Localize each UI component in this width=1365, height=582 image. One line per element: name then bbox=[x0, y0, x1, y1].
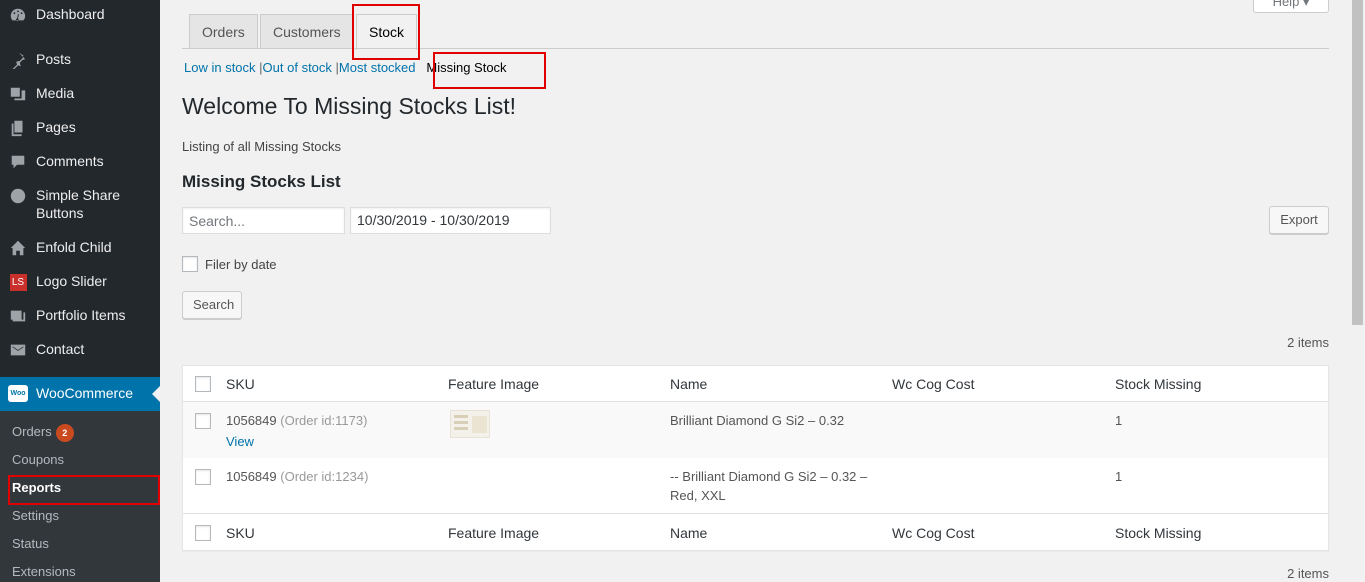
items-count-bottom: 2 items bbox=[1287, 566, 1329, 581]
table-row: 1056849 (Order id:1234) -- Brilliant Dia… bbox=[183, 458, 1328, 514]
table-header-row: SKU Feature Image Name Wc Cog Cost Stock… bbox=[183, 366, 1328, 402]
sidebar-item-posts[interactable]: Posts bbox=[0, 50, 160, 70]
sidebar-item-label: Media bbox=[36, 85, 75, 101]
list-title: Missing Stocks List bbox=[182, 172, 341, 191]
pin-icon bbox=[8, 50, 28, 70]
submenu-item-orders[interactable]: Orders 2 bbox=[12, 423, 74, 442]
orders-count-badge: 2 bbox=[55, 423, 74, 442]
view-link[interactable]: View bbox=[226, 432, 254, 451]
order-id: (Order id:1234) bbox=[280, 469, 369, 484]
main-content: Help ▾ Orders Customers Stock Low in sto… bbox=[160, 0, 1350, 582]
sidebar-item-simple-share-buttons[interactable]: Simple Share Buttons bbox=[0, 186, 160, 226]
column-header-feature-image: Feature Image bbox=[448, 376, 540, 392]
sidebar-item-label: Logo Slider bbox=[36, 273, 107, 289]
product-thumbnail[interactable] bbox=[450, 410, 490, 438]
column-header-stock-missing[interactable]: Stock Missing bbox=[1115, 376, 1201, 392]
column-footer-stock-missing[interactable]: Stock Missing bbox=[1115, 525, 1201, 541]
sidebar-item-label: Contact bbox=[36, 341, 85, 357]
help-button[interactable]: Help ▾ bbox=[1253, 0, 1329, 13]
portfolio-icon bbox=[8, 306, 28, 326]
sidebar-item-portfolio-items[interactable]: Portfolio Items bbox=[0, 306, 160, 326]
select-all-checkbox-footer[interactable] bbox=[195, 525, 211, 541]
mail-icon bbox=[8, 340, 28, 360]
stock-missing-cell: 1 bbox=[1115, 469, 1123, 484]
sidebar-item-label: Simple Share Buttons bbox=[36, 187, 121, 221]
filter-by-date-label: Filer by date bbox=[205, 257, 277, 272]
row-checkbox[interactable] bbox=[195, 413, 211, 429]
order-id: (Order id:1173) bbox=[280, 413, 368, 428]
date-range-field[interactable]: 10/30/2019 - 10/30/2019 bbox=[350, 207, 551, 234]
column-footer-wc-cog-cost[interactable]: Wc Cog Cost bbox=[892, 525, 974, 541]
comment-icon bbox=[8, 152, 28, 172]
sidebar-item-logo-slider[interactable]: LS Logo Slider bbox=[0, 272, 160, 292]
select-all-checkbox[interactable] bbox=[195, 376, 211, 392]
tab-orders[interactable]: Orders bbox=[189, 14, 258, 49]
items-count: 2 items bbox=[1287, 335, 1329, 350]
share-icon bbox=[8, 186, 28, 206]
submenu-item-coupons[interactable]: Coupons bbox=[12, 451, 64, 469]
scrollbar-thumb[interactable] bbox=[1352, 0, 1363, 325]
column-footer-sku[interactable]: SKU bbox=[226, 525, 255, 541]
table-row: 1056849 (Order id:1173) View Brilliant D… bbox=[183, 402, 1328, 458]
missing-stock-table: SKU Feature Image Name Wc Cog Cost Stock… bbox=[182, 365, 1329, 551]
sidebar-item-contact[interactable]: Contact bbox=[0, 340, 160, 360]
submenu-item-label: Orders bbox=[12, 424, 52, 439]
home-icon bbox=[8, 238, 28, 258]
sidebar-item-dashboard[interactable]: Dashboard bbox=[0, 5, 160, 25]
sidebar-item-enfold-child[interactable]: Enfold Child bbox=[0, 238, 160, 258]
sidebar-item-label: Posts bbox=[36, 51, 72, 67]
submenu-item-settings[interactable]: Settings bbox=[12, 507, 59, 525]
export-button[interactable]: Export bbox=[1269, 206, 1329, 234]
search-input[interactable] bbox=[182, 207, 345, 234]
column-header-sku[interactable]: SKU bbox=[226, 376, 255, 392]
product-name-variant: Red, XXL bbox=[670, 488, 726, 503]
sku-cell: 1056849 (Order id:1173) bbox=[226, 411, 367, 430]
sidebar-item-media[interactable]: Media bbox=[0, 84, 160, 104]
page-description: Listing of all Missing Stocks bbox=[182, 139, 341, 154]
product-name: Brilliant Diamond G Si2 – 0.32 bbox=[670, 413, 845, 428]
sidebar-item-label: Comments bbox=[36, 153, 104, 169]
submenu-item-status[interactable]: Status bbox=[12, 535, 49, 553]
sidebar-item-label: WooCommerce bbox=[36, 385, 133, 401]
woocommerce-logo-icon: Woo bbox=[8, 385, 28, 402]
column-footer-feature-image: Feature Image bbox=[448, 525, 540, 541]
column-header-name[interactable]: Name bbox=[670, 376, 707, 392]
sidebar-item-label: Dashboard bbox=[36, 6, 105, 22]
sku-value: 1056849 bbox=[226, 469, 277, 484]
sidebar-item-pages[interactable]: Pages bbox=[0, 118, 160, 138]
sidebar-item-comments[interactable]: Comments bbox=[0, 152, 160, 172]
search-button[interactable]: Search bbox=[182, 291, 242, 319]
pages-icon bbox=[8, 118, 28, 138]
highlight-box-reports bbox=[8, 475, 160, 505]
table-footer-row: SKU Feature Image Name Wc Cog Cost Stock… bbox=[183, 515, 1328, 551]
tab-customers[interactable]: Customers bbox=[260, 14, 354, 49]
subnav-link-most-stocked[interactable]: Most stocked bbox=[339, 60, 416, 75]
dashboard-icon bbox=[8, 5, 28, 25]
sidebar-item-woocommerce[interactable]: Woo WooCommerce bbox=[0, 377, 160, 411]
sidebar-item-label: Pages bbox=[36, 119, 76, 135]
submenu-item-extensions[interactable]: Extensions bbox=[12, 563, 76, 581]
sidebar-item-label: Portfolio Items bbox=[36, 307, 126, 323]
current-menu-arrow bbox=[152, 386, 160, 402]
highlight-box-stock-tab bbox=[352, 4, 420, 60]
page-title: Welcome To Missing Stocks List! bbox=[182, 93, 517, 119]
row-checkbox[interactable] bbox=[195, 469, 211, 485]
sidebar-item-label: Enfold Child bbox=[36, 239, 112, 255]
subnav-link-out-of-stock[interactable]: Out of stock bbox=[263, 60, 332, 75]
admin-sidebar: Dashboard Posts Media Pages Comments Sim… bbox=[0, 0, 160, 582]
sku-value: 1056849 bbox=[226, 413, 277, 428]
column-footer-name[interactable]: Name bbox=[670, 525, 707, 541]
filter-by-date-checkbox[interactable] bbox=[182, 256, 198, 272]
highlight-box-missing-stock bbox=[433, 52, 546, 89]
sku-cell: 1056849 (Order id:1234) bbox=[226, 467, 368, 486]
stock-missing-cell: 1 bbox=[1115, 413, 1123, 428]
ls-icon: LS bbox=[8, 272, 28, 292]
column-header-wc-cog-cost[interactable]: Wc Cog Cost bbox=[892, 376, 974, 392]
subnav-link-low-in-stock[interactable]: Low in stock bbox=[184, 60, 256, 75]
media-icon bbox=[8, 84, 28, 104]
product-name: -- Brilliant Diamond G Si2 – 0.32 – bbox=[670, 469, 868, 484]
